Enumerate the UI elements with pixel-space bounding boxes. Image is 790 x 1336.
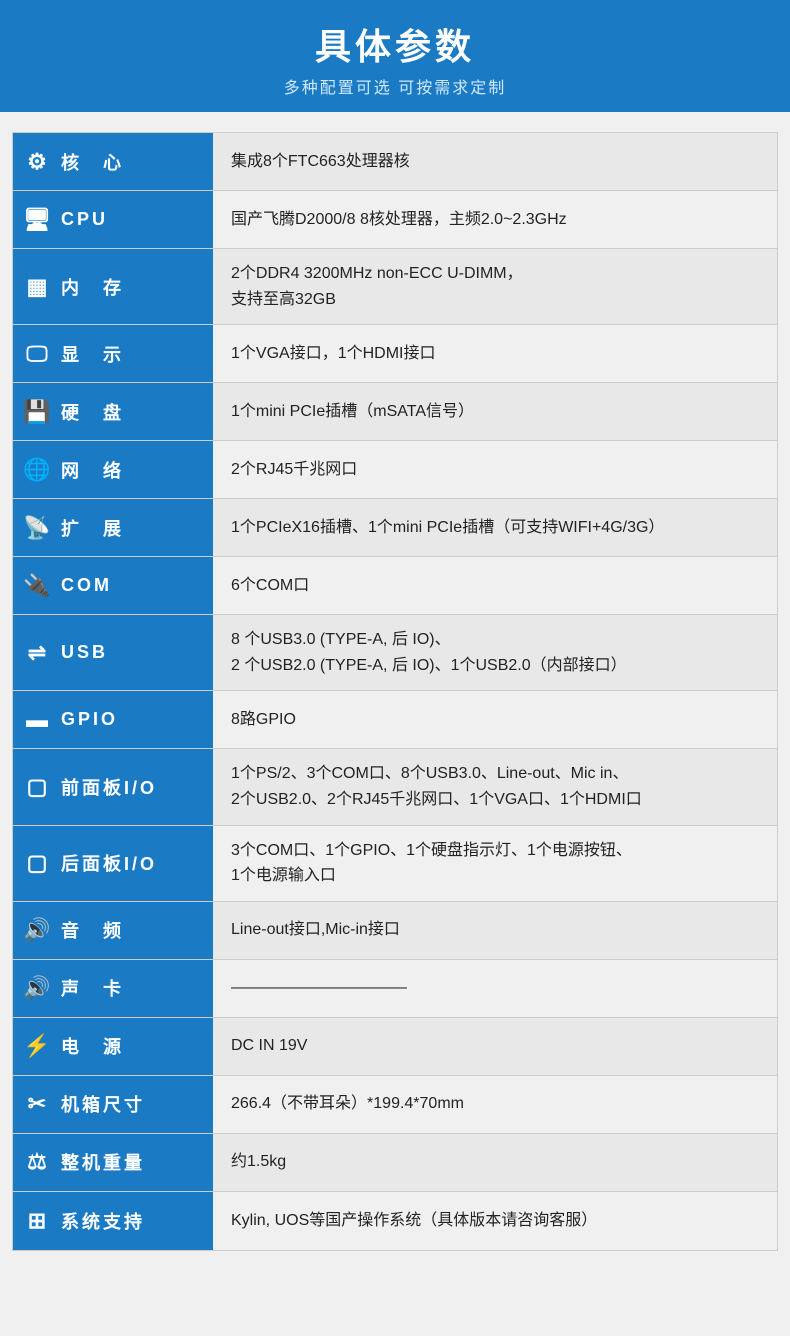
spec-label-com: 🔌 COM	[13, 557, 213, 614]
spec-row-display: 🖵 显 示 1个VGA接口，1个HDMI接口	[13, 325, 777, 383]
spec-label-power: ⚡ 电 源	[13, 1018, 213, 1075]
spec-value-com: 6个COM口	[213, 557, 777, 614]
spec-row-gpio: ▬ GPIO 8路GPIO	[13, 691, 777, 749]
spec-row-os: ⊞ 系统支持 Kylin, UOS等国产操作系统（具体版本请咨询客服）	[13, 1192, 777, 1250]
spec-label-text-expansion: 扩 展	[61, 515, 124, 541]
memory-icon: ▦	[23, 274, 53, 300]
spec-label-text-os: 系统支持	[61, 1208, 145, 1234]
com-icon: 🔌	[23, 573, 53, 599]
spec-value-weight: 约1.5kg	[213, 1134, 777, 1191]
spec-value-display: 1个VGA接口，1个HDMI接口	[213, 325, 777, 382]
cpu-icon: 🖥	[23, 207, 53, 233]
front-panel-icon: ▢	[23, 774, 53, 800]
spec-label-text-chassis: 机箱尺寸	[61, 1091, 145, 1117]
spec-label-text-com: COM	[61, 575, 112, 596]
spec-row-usb: ⇌ USB 8 个USB3.0 (TYPE-A, 后 IO)、 2 个USB2.0 …	[13, 615, 777, 691]
spec-value-usb: 8 个USB3.0 (TYPE-A, 后 IO)、 2 个USB2.0 (TYP…	[213, 615, 777, 690]
spec-label-chassis: ✂ 机箱尺寸	[13, 1076, 213, 1133]
spec-value-audio: Line-out接口,Mic-in接口	[213, 902, 777, 959]
spec-row-soundcard: 🔊 声 卡 ———————————	[13, 960, 777, 1018]
spec-value-gpio: 8路GPIO	[213, 691, 777, 748]
spec-row-network: 🌐 网 络 2个RJ45千兆网口	[13, 441, 777, 499]
spec-value-expansion: 1个PCIeX16插槽、1个mini PCIe插槽（可支持WIFI+4G/3G）	[213, 499, 777, 556]
spec-label-soundcard: 🔊 声 卡	[13, 960, 213, 1017]
spec-value-front-panel: 1个PS/2、3个COM口、8个USB3.0、Line-out、Mic in、 …	[213, 749, 777, 824]
os-icon: ⊞	[23, 1208, 53, 1234]
spec-label-harddisk: 💾 硬 盘	[13, 383, 213, 440]
spec-label-text-core: 核 心	[61, 149, 124, 175]
spec-row-expansion: 📡 扩 展 1个PCIeX16插槽、1个mini PCIe插槽（可支持WIFI+4G…	[13, 499, 777, 557]
usb-icon: ⇌	[23, 640, 53, 666]
spec-label-text-power: 电 源	[61, 1033, 124, 1059]
spec-label-text-memory: 内 存	[61, 274, 124, 300]
spec-label-text-network: 网 络	[61, 457, 124, 483]
harddisk-icon: 💾	[23, 399, 53, 425]
spec-row-audio: 🔊 音 频 Line-out接口,Mic-in接口	[13, 902, 777, 960]
spec-row-power: ⚡ 电 源 DC IN 19V	[13, 1018, 777, 1076]
spec-label-os: ⊞ 系统支持	[13, 1192, 213, 1250]
spec-label-text-usb: USB	[61, 642, 108, 663]
spec-label-expansion: 📡 扩 展	[13, 499, 213, 556]
spec-value-core: 集成8个FTC663处理器核	[213, 133, 777, 190]
spec-row-chassis: ✂ 机箱尺寸 266.4（不带耳朵）*199.4*70mm	[13, 1076, 777, 1134]
spec-label-cpu: 🖥 CPU	[13, 191, 213, 248]
weight-icon: ⚖	[23, 1149, 53, 1175]
spec-label-network: 🌐 网 络	[13, 441, 213, 498]
spec-value-memory: 2个DDR4 3200MHz non-ECC U-DIMM， 支持至高32GB	[213, 249, 777, 324]
spec-row-front-panel: ▢ 前面板I/O 1个PS/2、3个COM口、8个USB3.0、Line-out、M…	[13, 749, 777, 825]
spec-label-gpio: ▬ GPIO	[13, 691, 213, 748]
spec-label-text-rear-panel: 后面板I/O	[61, 850, 157, 876]
spec-value-os: Kylin, UOS等国产操作系统（具体版本请咨询客服）	[213, 1192, 777, 1250]
spec-label-text-display: 显 示	[61, 341, 124, 367]
spec-value-network: 2个RJ45千兆网口	[213, 441, 777, 498]
soundcard-icon: 🔊	[23, 975, 53, 1001]
spec-label-text-audio: 音 频	[61, 917, 124, 943]
display-icon: 🖵	[23, 341, 53, 367]
spec-label-memory: ▦ 内 存	[13, 249, 213, 324]
spec-value-chassis: 266.4（不带耳朵）*199.4*70mm	[213, 1076, 777, 1133]
spec-value-rear-panel: 3个COM口、1个GPIO、1个硬盘指示灯、1个电源按钮、 1个电源输入口	[213, 826, 777, 901]
audio-icon: 🔊	[23, 917, 53, 943]
spec-row-cpu: 🖥 CPU 国产飞腾D2000/8 8核处理器，主频2.0~2.3GHz	[13, 191, 777, 249]
spec-label-text-gpio: GPIO	[61, 709, 118, 730]
spec-value-power: DC IN 19V	[213, 1018, 777, 1075]
spec-label-text-cpu: CPU	[61, 209, 108, 230]
expansion-icon: 📡	[23, 515, 53, 541]
spec-row-com: 🔌 COM 6个COM口	[13, 557, 777, 615]
spec-table: ⚙ 核 心 集成8个FTC663处理器核 🖥 CPU 国产飞腾D2000/8 8核处理器，…	[12, 132, 778, 1251]
spec-label-audio: 🔊 音 频	[13, 902, 213, 959]
chassis-icon: ✂	[23, 1091, 53, 1117]
page-title: 具体参数	[0, 18, 790, 70]
header: 具体参数 多种配置可选 可按需求定制	[0, 0, 790, 112]
core-icon: ⚙	[23, 149, 53, 175]
spec-label-core: ⚙ 核 心	[13, 133, 213, 190]
spec-label-usb: ⇌ USB	[13, 615, 213, 690]
spec-label-text-harddisk: 硬 盘	[61, 399, 124, 425]
power-icon: ⚡	[23, 1033, 53, 1059]
spec-row-weight: ⚖ 整机重量 约1.5kg	[13, 1134, 777, 1192]
spec-row-rear-panel: ▢ 后面板I/O 3个COM口、1个GPIO、1个硬盘指示灯、1个电源按钮、 1个电…	[13, 826, 777, 902]
spec-value-cpu: 国产飞腾D2000/8 8核处理器，主频2.0~2.3GHz	[213, 191, 777, 248]
spec-label-text-weight: 整机重量	[61, 1149, 145, 1175]
rear-panel-icon: ▢	[23, 850, 53, 876]
page-subtitle: 多种配置可选 可按需求定制	[0, 74, 790, 98]
spec-label-rear-panel: ▢ 后面板I/O	[13, 826, 213, 901]
spec-label-weight: ⚖ 整机重量	[13, 1134, 213, 1191]
gpio-icon: ▬	[23, 707, 53, 733]
spec-label-text-front-panel: 前面板I/O	[61, 774, 157, 800]
spec-label-front-panel: ▢ 前面板I/O	[13, 749, 213, 824]
spec-label-text-soundcard: 声 卡	[61, 975, 124, 1001]
spec-value-harddisk: 1个mini PCIe插槽（mSATA信号）	[213, 383, 777, 440]
spec-value-soundcard: ———————————	[213, 960, 777, 1017]
spec-label-display: 🖵 显 示	[13, 325, 213, 382]
spec-row-memory: ▦ 内 存 2个DDR4 3200MHz non-ECC U-DIMM， 支持至高3…	[13, 249, 777, 325]
network-icon: 🌐	[23, 457, 53, 483]
spec-row-harddisk: 💾 硬 盘 1个mini PCIe插槽（mSATA信号）	[13, 383, 777, 441]
spec-row-core: ⚙ 核 心 集成8个FTC663处理器核	[13, 133, 777, 191]
